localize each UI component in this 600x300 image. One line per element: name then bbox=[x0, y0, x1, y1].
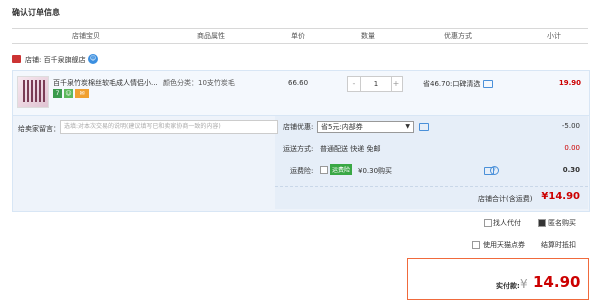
anonymous-checkbox[interactable] bbox=[538, 219, 546, 227]
chevron-down-icon: ▼ bbox=[405, 123, 410, 130]
qty-minus-button[interactable]: - bbox=[348, 77, 360, 91]
pay-for-others-checkbox[interactable] bbox=[484, 219, 492, 227]
coupon-amount: -5.00 bbox=[561, 122, 580, 130]
table-header: 店铺宝贝 商品属性 单价 数量 优惠方式 小计 bbox=[12, 28, 588, 44]
anonymous-label[interactable]: 匿名购买 bbox=[548, 218, 576, 228]
discount-info: 省46.70:口碑清选 bbox=[423, 79, 494, 89]
chat-icon[interactable]: ☺ bbox=[88, 54, 98, 64]
col-discount: 优惠方式 bbox=[444, 32, 472, 40]
pay-for-others-label[interactable]: 找人代付 bbox=[493, 218, 521, 228]
coupon-label: 店铺优惠: bbox=[283, 123, 314, 131]
help-icon[interactable]: ? bbox=[490, 166, 499, 175]
order-item-row: 百千泉竹炭棉丝软毛成人情侣小... 7 ☺ ✉ 颜色分类：10支竹炭毛 66.6… bbox=[12, 70, 590, 116]
discount-text: 省46.70:口碑清选 bbox=[423, 80, 481, 88]
payment-amount: 14.90 bbox=[533, 273, 581, 291]
col-subtotal: 小计 bbox=[547, 32, 561, 40]
col-shop-item: 店铺宝贝 bbox=[72, 32, 100, 40]
col-attribute: 商品属性 bbox=[197, 32, 225, 40]
col-quantity: 数量 bbox=[361, 32, 375, 40]
seven-day-return-icon: 7 bbox=[53, 89, 62, 98]
payment-label: 实付款: bbox=[496, 282, 520, 290]
col-price: 单价 bbox=[291, 32, 305, 40]
shipping-amount: 0.00 bbox=[564, 144, 580, 152]
comment-icon[interactable] bbox=[483, 80, 494, 88]
product-thumbnail[interactable] bbox=[17, 76, 49, 108]
quantity-stepper: - 1 + bbox=[347, 76, 403, 92]
message-label: 给卖家留言： bbox=[18, 125, 60, 133]
shipping-label: 运送方式: bbox=[283, 145, 314, 153]
insurance-price: ¥0.30购买 bbox=[358, 167, 393, 175]
insurance-label: 运费险: bbox=[290, 167, 314, 175]
settle-note: 结算时抵扣 bbox=[541, 241, 576, 249]
insurance-amount: 0.30 bbox=[562, 166, 580, 174]
coupon-select[interactable]: 省5元:内部券 ▼ bbox=[317, 121, 414, 133]
payment-currency: ¥ bbox=[520, 277, 528, 291]
shop-name[interactable]: 店铺: 百千泉旗舰店 bbox=[25, 55, 86, 65]
qty-input[interactable]: 1 bbox=[360, 77, 392, 91]
insurance-checkbox[interactable] bbox=[320, 166, 328, 174]
item-subtotal: 19.90 bbox=[558, 79, 581, 87]
page-title: 确认订单信息 bbox=[12, 8, 60, 17]
shop-total-label: 店铺合计(含运费) bbox=[478, 195, 533, 203]
tmall-coupon-label[interactable]: 使用天猫点券 bbox=[483, 240, 525, 250]
insurance-tag: 运费险 bbox=[330, 164, 353, 175]
shop-icon bbox=[12, 55, 21, 63]
shop-total-value: ¥14.90 bbox=[541, 191, 580, 202]
message-input[interactable]: 选填:对本次交易的说明(建议填写已和卖家协商一致的内容) bbox=[60, 120, 278, 134]
product-name[interactable]: 百千泉竹炭棉丝软毛成人情侣小... bbox=[53, 78, 158, 88]
shipping-method: 普通配送 快递 免邮 bbox=[320, 145, 381, 153]
product-attribute: 颜色分类：10支竹炭毛 bbox=[163, 79, 235, 87]
invoice-icon: ✉ bbox=[75, 89, 89, 98]
payment-box: 实付款: ¥ 14.90 bbox=[407, 258, 589, 300]
coupon-selected: 省5元:内部券 bbox=[321, 123, 363, 131]
service-icon: ☺ bbox=[64, 89, 73, 98]
qty-plus-button[interactable]: + bbox=[390, 77, 402, 91]
tmall-coupon-checkbox[interactable] bbox=[472, 241, 480, 249]
unit-price: 66.60 bbox=[288, 79, 309, 87]
coupon-info-icon[interactable] bbox=[419, 123, 429, 131]
